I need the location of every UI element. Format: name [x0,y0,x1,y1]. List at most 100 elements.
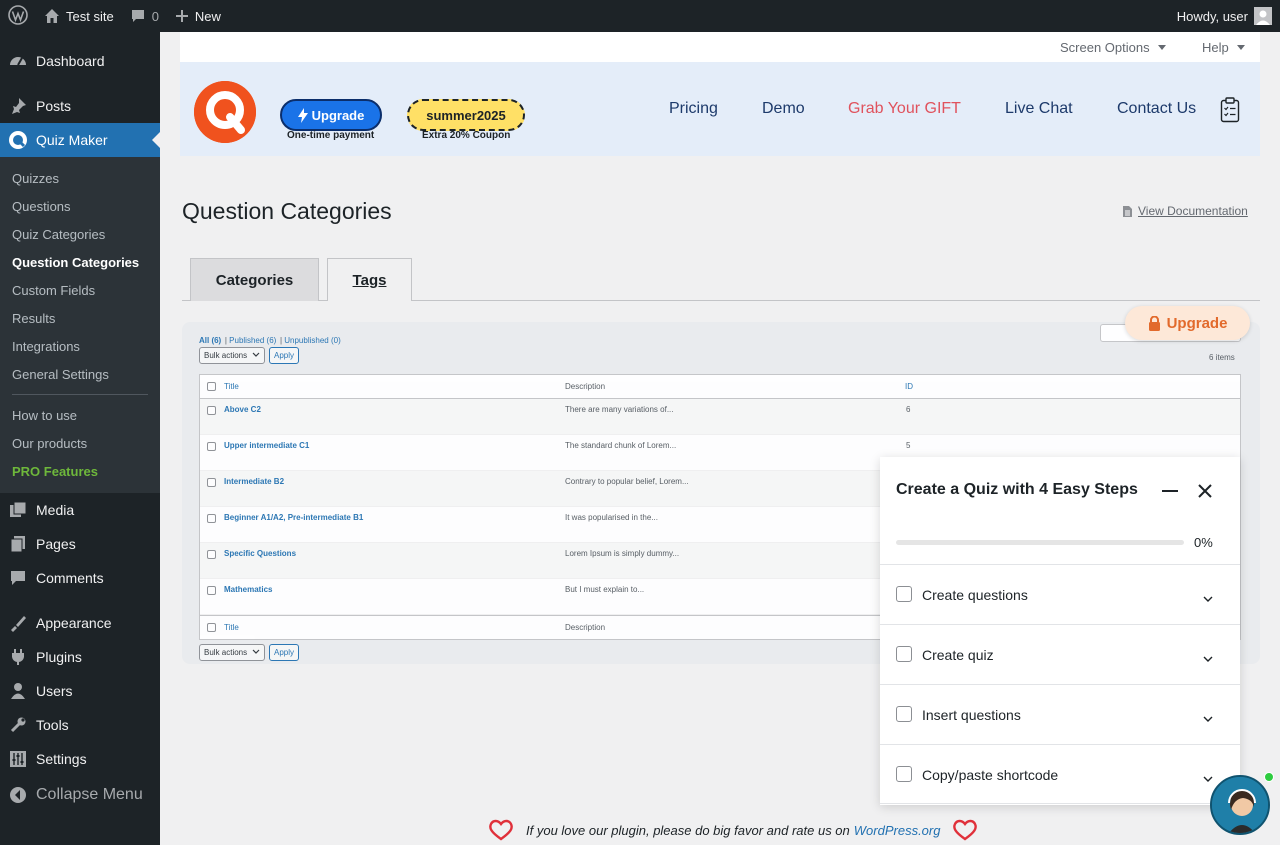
chevron-down-icon[interactable] [1203,591,1213,606]
step-copy-shortcode[interactable]: Copy/paste shortcode [880,744,1240,804]
menu-pages[interactable]: Pages [0,527,160,561]
submenu-custom-fields[interactable]: Custom Fields [0,276,160,304]
caret-down-icon [1157,45,1166,50]
menu-settings[interactable]: Settings [0,742,160,776]
row-checkbox[interactable] [207,550,216,559]
upgrade-button[interactable]: Upgrade [280,99,382,131]
minimize-icon[interactable] [1162,490,1178,492]
col-title-footer[interactable]: Title [224,623,239,632]
menu-appearance[interactable]: Appearance [0,606,160,640]
submenu-quiz-categories[interactable]: Quiz Categories [0,220,160,248]
apply-button-top[interactable]: Apply [269,347,300,364]
submenu-how-to-use[interactable]: How to use [0,401,160,429]
menu-tools[interactable]: Tools [0,708,160,742]
select-all-checkbox[interactable] [207,382,216,391]
chevron-down-icon[interactable] [1203,771,1213,786]
step-create-quiz[interactable]: Create quiz [880,624,1240,684]
category-tabs: Categories Tags [182,258,1260,301]
submenu-questions[interactable]: Questions [0,192,160,220]
clipboard-checklist-icon[interactable] [1220,97,1240,126]
row-title[interactable]: Above C2 [224,405,261,414]
nav-gift-link[interactable]: Grab Your GIFT [848,100,961,118]
my-account-link[interactable]: Howdy, user [1169,0,1280,32]
menu-dashboard-label: Dashboard [36,53,105,69]
coupon-badge[interactable]: summer2025 [407,99,525,131]
collapse-menu-button[interactable]: Collapse Menu [0,778,160,812]
nav-demo-link[interactable]: Demo [762,100,805,118]
chevron-down-icon[interactable] [1203,651,1213,666]
row-checkbox[interactable] [207,478,216,487]
step-checkbox[interactable] [896,766,912,782]
main-content: Screen Options Help Upgrade One-time pay… [160,32,1280,845]
comments-link[interactable]: 0 [122,0,167,32]
submenu-results[interactable]: Results [0,304,160,332]
submenu-question-categories[interactable]: Question Categories [0,248,160,276]
nav-contact-link[interactable]: Contact Us [1117,100,1196,118]
quiz-maker-logo[interactable] [194,81,256,143]
nav-pricing-link[interactable]: Pricing [669,100,718,118]
step-checkbox[interactable] [896,706,912,722]
step-create-questions[interactable]: Create questions [880,564,1240,624]
step-checkbox[interactable] [896,646,912,662]
row-title[interactable]: Upper intermediate C1 [224,441,309,450]
step-checkbox[interactable] [896,586,912,602]
nav-live-chat-link[interactable]: Live Chat [1005,100,1073,118]
menu-plugins[interactable]: Plugins [0,640,160,674]
menu-users[interactable]: Users [0,674,160,708]
row-title[interactable]: Intermediate B2 [224,477,284,486]
row-title[interactable]: Mathematics [224,585,272,594]
steps-progress-percent: 0% [1194,535,1213,550]
menu-tools-label: Tools [36,717,69,733]
submenu-our-products[interactable]: Our products [0,429,160,457]
wp-logo-button[interactable] [0,0,36,32]
view-documentation-label: View Documentation [1138,204,1248,218]
menu-media[interactable]: Media [0,493,160,527]
bulk-actions-select-top[interactable]: Bulk actions [199,347,265,364]
online-status-dot [1264,772,1274,782]
step-insert-questions[interactable]: Insert questions [880,684,1240,744]
bulk-actions-select-bottom[interactable]: Bulk actions [199,644,265,661]
screen-options-label: Screen Options [1060,40,1150,55]
live-chat-avatar-button[interactable] [1210,775,1270,835]
new-content-link[interactable]: New [167,0,229,32]
document-icon [1122,205,1133,218]
apply-button-bottom[interactable]: Apply [269,644,300,661]
pro-upgrade-label: Upgrade [1166,314,1228,332]
filter-published-link[interactable]: Published (6) [229,336,276,345]
submenu-integrations[interactable]: Integrations [0,332,160,360]
close-icon[interactable] [1197,483,1213,502]
submenu-quizzes[interactable]: Quizzes [0,164,160,192]
row-title[interactable]: Specific Questions [224,549,296,558]
col-title[interactable]: Title [224,382,239,391]
row-checkbox[interactable] [207,442,216,451]
coupon-code: summer2025 [426,107,506,123]
wordpress-org-link[interactable]: WordPress.org [854,823,941,838]
screen-options-button[interactable]: Screen Options [1060,40,1166,55]
tab-categories[interactable]: Categories [190,258,319,301]
site-name-link[interactable]: Test site [36,0,122,32]
pro-upgrade-button[interactable]: Upgrade [1125,306,1250,340]
menu-comments[interactable]: Comments [0,561,160,595]
media-icon [8,500,28,520]
row-checkbox[interactable] [207,586,216,595]
filter-unpublished-link[interactable]: Unpublished (0) [284,336,340,345]
select-all-checkbox-bottom[interactable] [207,623,216,632]
comment-bubble-icon [130,8,146,24]
upgrade-label: Upgrade [311,107,365,123]
tab-tags[interactable]: Tags [327,258,412,301]
menu-dashboard[interactable]: Dashboard [0,44,160,78]
menu-posts[interactable]: Posts [0,89,160,123]
menu-quiz-maker[interactable]: Quiz Maker [0,123,160,157]
chevron-down-icon[interactable] [1203,711,1213,726]
view-documentation-link[interactable]: View Documentation [1122,204,1248,218]
row-title[interactable]: Beginner A1/A2, Pre-intermediate B1 [224,513,363,522]
filter-all-link[interactable]: All (6) [199,336,221,345]
row-checkbox[interactable] [207,514,216,523]
col-id[interactable]: ID [905,382,913,391]
comments-icon [8,568,28,588]
row-checkbox[interactable] [207,406,216,415]
menu-media-label: Media [36,502,75,518]
submenu-general-settings[interactable]: General Settings [0,360,160,388]
submenu-pro-features[interactable]: PRO Features [0,457,160,485]
help-button[interactable]: Help [1202,40,1245,55]
